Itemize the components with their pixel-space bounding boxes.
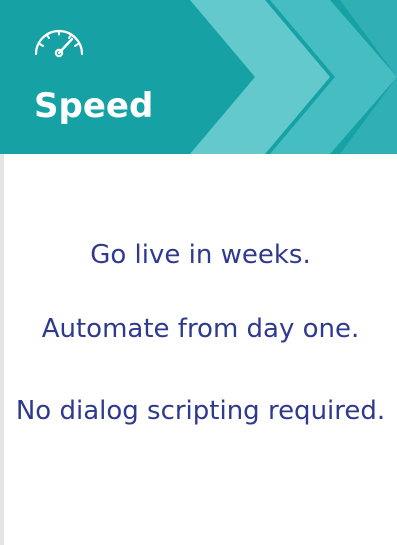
speed-card: Speed Go live in weeks. Automate from da…: [0, 0, 397, 545]
card-body: Go live in weeks. Automate from day one.…: [0, 154, 397, 545]
benefit-go-live: Go live in weeks.: [90, 240, 311, 270]
card-title: Speed: [34, 86, 154, 126]
benefit-automate: Automate from day one.: [41, 314, 360, 344]
speedometer-icon: [34, 29, 84, 58]
card-header: Speed: [0, 0, 397, 154]
benefit-no-scripting: No dialog scripting required.: [15, 396, 386, 426]
